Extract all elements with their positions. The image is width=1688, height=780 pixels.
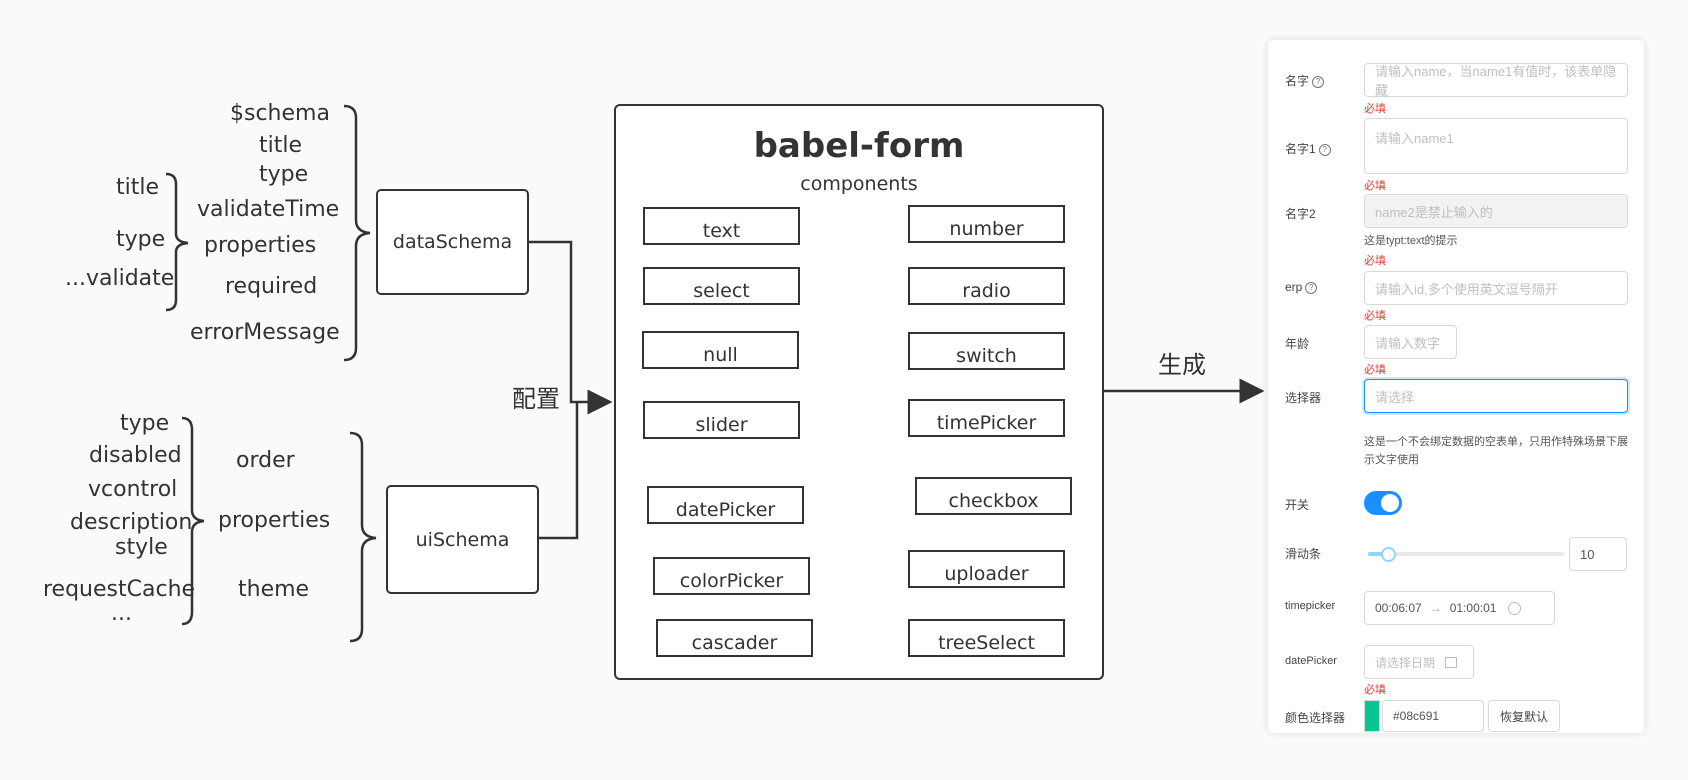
ui-field-theme: theme bbox=[238, 577, 310, 602]
ui-prop-disabled: disabled bbox=[89, 443, 182, 468]
name1-textarea[interactable]: 请输入name1 bbox=[1364, 118, 1628, 174]
form-preview-panel: 名字? 请输入name，当name1有值时，该表单隐藏 必填 名字1? 请输入n… bbox=[1268, 40, 1644, 733]
ui-prop-description: description bbox=[70, 510, 193, 535]
datepicker-label: datePicker bbox=[1285, 655, 1337, 667]
erp-label: erp bbox=[1285, 280, 1303, 294]
question-icon: ? bbox=[1312, 75, 1325, 88]
name2-required: 必填 bbox=[1364, 255, 1386, 267]
slider-label: 滑动条 bbox=[1285, 547, 1322, 561]
prop-validate: ...validate bbox=[65, 266, 175, 291]
component-date-picker: datePicker bbox=[647, 486, 804, 524]
prop-title: title bbox=[116, 175, 160, 200]
switch-label: 开关 bbox=[1285, 498, 1310, 512]
erp-label-row: erp? bbox=[1285, 280, 1318, 294]
name2-input: name2是禁止输入的 bbox=[1364, 194, 1628, 228]
name2-label: 名字2 bbox=[1285, 207, 1316, 221]
component-time-picker: timePicker bbox=[908, 399, 1065, 437]
timepicker-label: timepicker bbox=[1285, 600, 1336, 612]
timepicker-range[interactable]: 00:06:07 → 01:00:01 bbox=[1364, 591, 1555, 625]
component-number: number bbox=[908, 205, 1065, 243]
color-value-input[interactable]: #08c691 bbox=[1382, 700, 1484, 732]
selector-input[interactable]: 请选择 bbox=[1364, 379, 1628, 413]
name1-required: 必填 bbox=[1364, 180, 1386, 192]
field-error-message: errorMessage bbox=[190, 320, 340, 345]
ui-schema-wire bbox=[537, 402, 579, 540]
name2-help: 这是typt:text的提示 bbox=[1364, 235, 1458, 247]
field-title: title bbox=[259, 133, 303, 158]
datepicker-required: 必填 bbox=[1364, 684, 1386, 696]
field-required: required bbox=[225, 274, 318, 299]
datepicker-placeholder: 请选择日期 bbox=[1375, 655, 1436, 670]
age-required: 必填 bbox=[1364, 364, 1386, 376]
slider-rail[interactable] bbox=[1368, 547, 1564, 562]
component-checkbox: checkbox bbox=[915, 477, 1072, 515]
time-end: 01:00:01 bbox=[1449, 601, 1497, 615]
component-text: text bbox=[643, 207, 800, 245]
babel-form-title: babel-form bbox=[753, 126, 965, 166]
ui-field-order: order bbox=[236, 448, 295, 473]
name1-label: 名字1 bbox=[1285, 142, 1316, 156]
switch-knob bbox=[1381, 494, 1399, 512]
field-type: type bbox=[259, 162, 309, 187]
config-label: 配置 bbox=[512, 385, 560, 413]
erp-input[interactable]: 请输入id,多个使用英文逗号隔开 bbox=[1364, 271, 1628, 305]
color-swatch[interactable] bbox=[1364, 700, 1380, 732]
ui-prop-ellipsis: ... bbox=[111, 601, 132, 626]
reset-default-button[interactable]: 恢复默认 bbox=[1488, 700, 1560, 732]
question-icon: ? bbox=[1305, 281, 1318, 294]
slider-handle[interactable] bbox=[1381, 547, 1396, 562]
brace-data-schema bbox=[343, 104, 371, 362]
age-input[interactable]: 请输入数字 bbox=[1364, 325, 1457, 359]
brace-ui-schema bbox=[349, 431, 377, 643]
selector-label: 选择器 bbox=[1285, 391, 1322, 405]
age-label: 年龄 bbox=[1285, 337, 1310, 351]
name-label: 名字 bbox=[1285, 74, 1310, 88]
babel-form-subtitle: components bbox=[800, 173, 918, 195]
name-label-row: 名字? bbox=[1285, 72, 1325, 89]
ui-field-properties: properties bbox=[218, 508, 331, 533]
component-cascader: cascader bbox=[656, 619, 813, 657]
ui-prop-type: type bbox=[120, 411, 170, 436]
question-icon: ? bbox=[1318, 143, 1331, 156]
erp-required: 必填 bbox=[1364, 310, 1386, 322]
name1-label-row: 名字1? bbox=[1285, 140, 1331, 157]
generate-label: 生成 bbox=[1158, 351, 1206, 379]
clock-icon bbox=[1508, 601, 1522, 615]
field-schema: $schema bbox=[230, 101, 330, 126]
component-select: select bbox=[643, 267, 800, 305]
component-radio: radio bbox=[908, 267, 1065, 305]
datepicker-input[interactable]: 请选择日期 bbox=[1364, 645, 1474, 679]
component-switch: switch bbox=[908, 332, 1065, 370]
component-tree-select: treeSelect bbox=[908, 619, 1065, 657]
component-slider: slider bbox=[643, 401, 800, 439]
babel-form-box: babel-form components text number select… bbox=[614, 104, 1104, 680]
time-arrow: → bbox=[1429, 601, 1442, 615]
field-validate-time: validateTime bbox=[197, 197, 340, 222]
data-schema-wire bbox=[527, 240, 613, 415]
field-properties: properties bbox=[204, 233, 317, 258]
ui-schema-node: uiSchema bbox=[386, 485, 539, 594]
empty-form-note: 这是一个不会绑定数据的空表单，只用作特殊场景下展示文字使用 bbox=[1364, 436, 1628, 466]
calendar-icon bbox=[1445, 656, 1458, 668]
component-color-picker: colorPicker bbox=[653, 557, 810, 595]
color-label: 颜色选择器 bbox=[1285, 711, 1346, 725]
slider-value-input[interactable]: 10 bbox=[1569, 537, 1627, 571]
time-start: 00:06:07 bbox=[1375, 601, 1422, 615]
component-uploader: uploader bbox=[908, 550, 1065, 588]
ui-prop-request-cache: requestCache bbox=[43, 577, 196, 602]
ui-prop-style: style bbox=[115, 535, 168, 560]
name-input[interactable]: 请输入name，当name1有值时，该表单隐藏 bbox=[1364, 63, 1628, 98]
switch-toggle[interactable] bbox=[1364, 491, 1402, 515]
ui-prop-vcontrol: vcontrol bbox=[88, 477, 178, 502]
component-null: null bbox=[642, 331, 799, 369]
name-required: 必填 bbox=[1364, 103, 1386, 115]
prop-type: type bbox=[116, 227, 166, 252]
data-schema-node: dataSchema bbox=[376, 189, 529, 295]
